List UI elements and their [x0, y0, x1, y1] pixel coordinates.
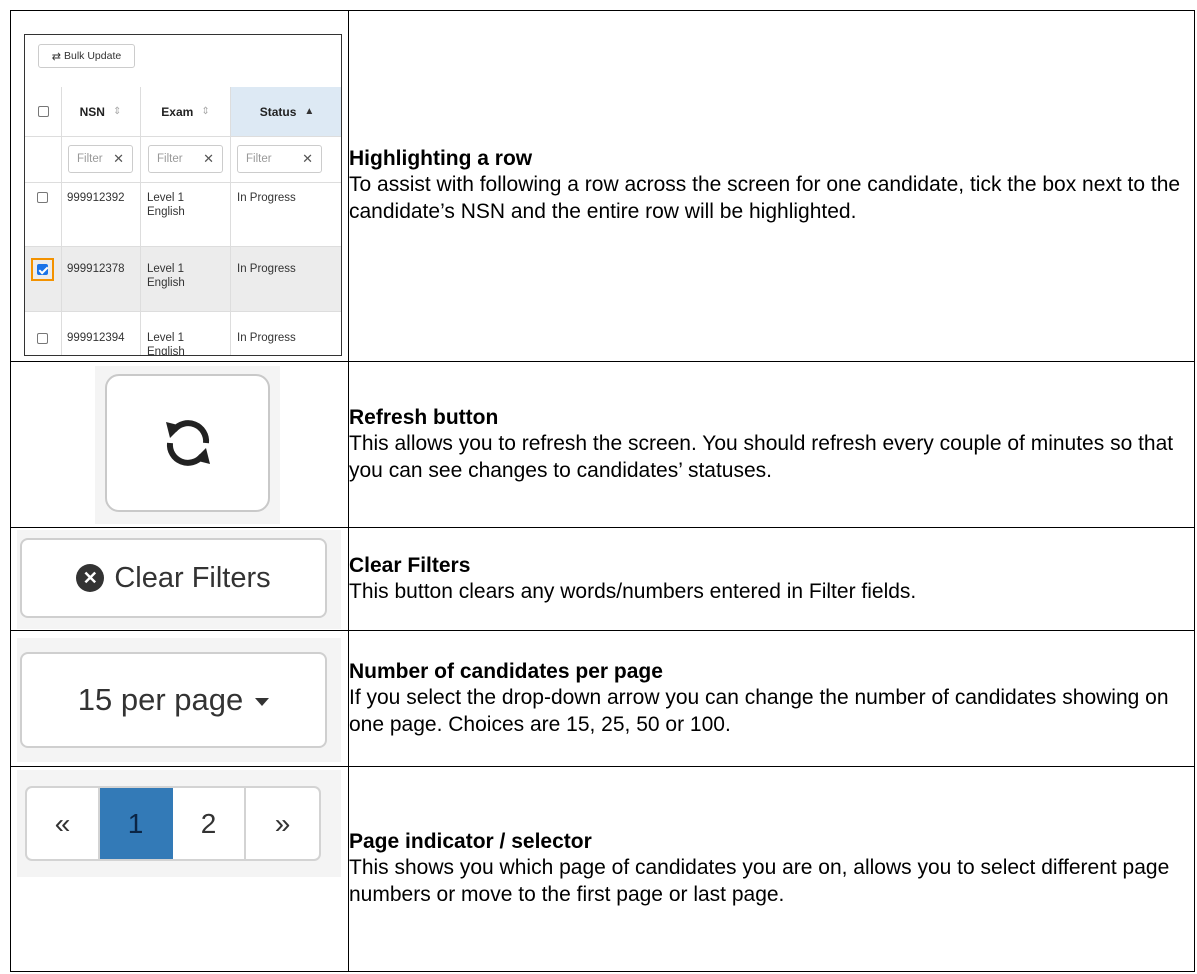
status-cell: In Progress	[237, 192, 296, 204]
pagination: « 1 2 »	[25, 786, 321, 861]
row-title: Highlighting a row	[349, 147, 533, 170]
row-description: This allows you to refresh the screen. Y…	[349, 431, 1174, 482]
row-highlighting: ⇄ Bulk Update NSN ⇕ Exam ⇕ Status ▲ Filt…	[10, 10, 1195, 362]
clear-filters-text-cell: Clear Filters This button clears any wor…	[348, 527, 1195, 631]
first-page-button[interactable]: «	[27, 788, 100, 859]
row-checkbox[interactable]	[37, 192, 48, 203]
filter-placeholder: Filter	[77, 153, 103, 165]
nsn-cell: 999912378	[67, 263, 125, 275]
exam-cell: Level 1 English	[147, 263, 185, 289]
sort-icon: ⇕	[201, 106, 210, 117]
row-checkbox-cell	[37, 333, 48, 348]
sort-ascending-icon: ▲	[304, 106, 315, 117]
refresh-icon	[165, 420, 210, 466]
row-description: If you select the drop-down arrow you ca…	[349, 685, 1169, 736]
refresh-text-cell: Refresh button This allows you to refres…	[348, 361, 1195, 528]
instructions-table: ⇄ Bulk Update NSN ⇕ Exam ⇕ Status ▲ Filt…	[10, 10, 1195, 972]
grid-screenshot-cell: ⇄ Bulk Update NSN ⇕ Exam ⇕ Status ▲ Filt…	[10, 10, 349, 362]
bulk-update-button[interactable]: ⇄ Bulk Update	[38, 44, 135, 68]
highlight-callout	[31, 258, 54, 281]
row-description: To assist with following a row across th…	[349, 173, 1181, 223]
row-title: Refresh button	[349, 405, 499, 429]
clear-filters-label: Clear Filters	[114, 561, 271, 594]
exam-cell: Level 1 English	[147, 192, 185, 218]
filter-input-nsn[interactable]: Filter ✕	[68, 145, 133, 173]
last-page-button[interactable]: »	[246, 788, 319, 859]
clear-filters-button[interactable]: ✕ Clear Filters	[20, 538, 327, 618]
pagination-image-cell: « 1 2 »	[10, 766, 349, 972]
filter-placeholder: Filter	[246, 153, 272, 165]
clear-filter-icon[interactable]: ✕	[113, 151, 124, 167]
select-all-checkbox[interactable]	[37, 106, 49, 117]
clear-filter-icon[interactable]: ✕	[302, 151, 313, 167]
candidate-grid-screenshot: ⇄ Bulk Update NSN ⇕ Exam ⇕ Status ▲ Filt…	[24, 34, 342, 356]
refresh-image-cell	[10, 361, 349, 528]
pagination-text-cell: Page indicator / selector This shows you…	[348, 766, 1195, 972]
row-title: Number of candidates per page	[349, 659, 663, 683]
refresh-button[interactable]	[105, 374, 270, 512]
select-all-cell	[25, 87, 61, 136]
column-header-nsn[interactable]: NSN ⇕	[61, 87, 140, 136]
highlighting-text-cell: Highlighting a row To assist with follow…	[348, 10, 1195, 362]
row-checkbox[interactable]	[37, 333, 48, 344]
per-page-image-cell: 15 per page	[10, 630, 349, 767]
column-header-label: Status	[259, 104, 297, 119]
row-description: This shows you which page of candidates …	[349, 856, 1170, 906]
page-1-button[interactable]: 1	[100, 788, 173, 859]
column-header-exam[interactable]: Exam ⇕	[141, 87, 230, 136]
row-checkbox-cell	[37, 192, 48, 207]
row-title: Page indicator / selector	[349, 830, 592, 853]
status-cell: In Progress	[237, 263, 296, 275]
row-title: Clear Filters	[349, 553, 471, 577]
status-cell: In Progress	[237, 332, 296, 344]
per-page-dropdown[interactable]: 15 per page	[20, 652, 327, 748]
page-2-button[interactable]: 2	[173, 788, 246, 859]
nsn-cell: 999912392	[67, 192, 125, 204]
bulk-update-label: Bulk Update	[64, 50, 122, 62]
column-header-label: Exam	[161, 104, 194, 119]
row-per-page: 15 per page Number of candidates per pag…	[10, 630, 1195, 767]
filter-input-exam[interactable]: Filter ✕	[148, 145, 223, 173]
row-refresh: Refresh button This allows you to refres…	[10, 361, 1195, 528]
swap-arrows-icon: ⇄	[51, 50, 61, 63]
exam-cell: Level 1 English	[147, 332, 185, 356]
sort-icon: ⇕	[112, 106, 122, 117]
nsn-cell: 999912394	[67, 332, 125, 344]
row-pagination: « 1 2 » Page indicator / selector This s…	[10, 766, 1195, 972]
per-page-text-cell: Number of candidates per page If you sel…	[348, 630, 1195, 767]
remove-circle-icon: ✕	[76, 564, 105, 592]
column-header-label: NSN	[79, 104, 105, 119]
column-header-status[interactable]: Status ▲	[231, 87, 341, 136]
per-page-label: 15 per page	[77, 682, 244, 717]
caret-down-icon	[255, 698, 270, 706]
clear-filter-icon[interactable]: ✕	[203, 151, 214, 167]
row-description: This button clears any words/numbers ent…	[349, 579, 917, 603]
row-clear-filters: ✕ Clear Filters Clear Filters This butto…	[10, 527, 1195, 631]
filter-input-status[interactable]: Filter ✕	[237, 145, 322, 173]
filter-placeholder: Filter	[157, 153, 183, 165]
clear-filters-image-cell: ✕ Clear Filters	[10, 527, 349, 631]
